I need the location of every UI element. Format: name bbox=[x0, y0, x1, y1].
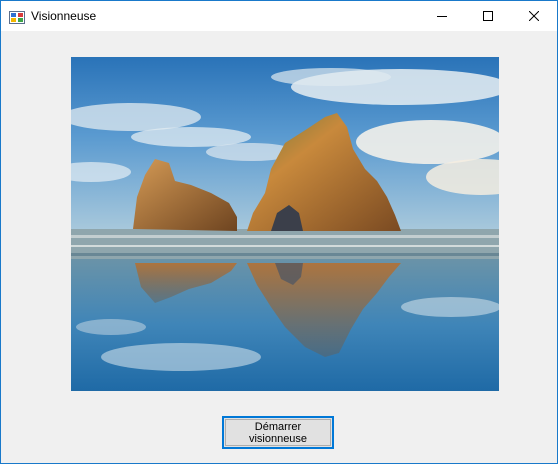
close-icon bbox=[529, 11, 539, 21]
app-icon[interactable] bbox=[9, 9, 25, 25]
app-window: Visionneuse Démarrer visionneuse bbox=[0, 0, 558, 464]
minimize-button[interactable] bbox=[419, 1, 465, 31]
start-viewer-button-line1: Démarrer bbox=[254, 420, 302, 433]
window-title: Visionneuse bbox=[31, 9, 97, 23]
start-viewer-button-line2: visionneuse bbox=[248, 432, 308, 445]
minimize-icon bbox=[437, 16, 447, 17]
title-bar[interactable]: Visionneuse bbox=[1, 1, 557, 31]
viewer-picture bbox=[71, 57, 499, 391]
close-button[interactable] bbox=[511, 1, 557, 31]
maximize-icon bbox=[483, 11, 493, 21]
start-viewer-button[interactable]: Démarrer visionneuse bbox=[222, 416, 334, 449]
maximize-button[interactable] bbox=[465, 1, 511, 31]
